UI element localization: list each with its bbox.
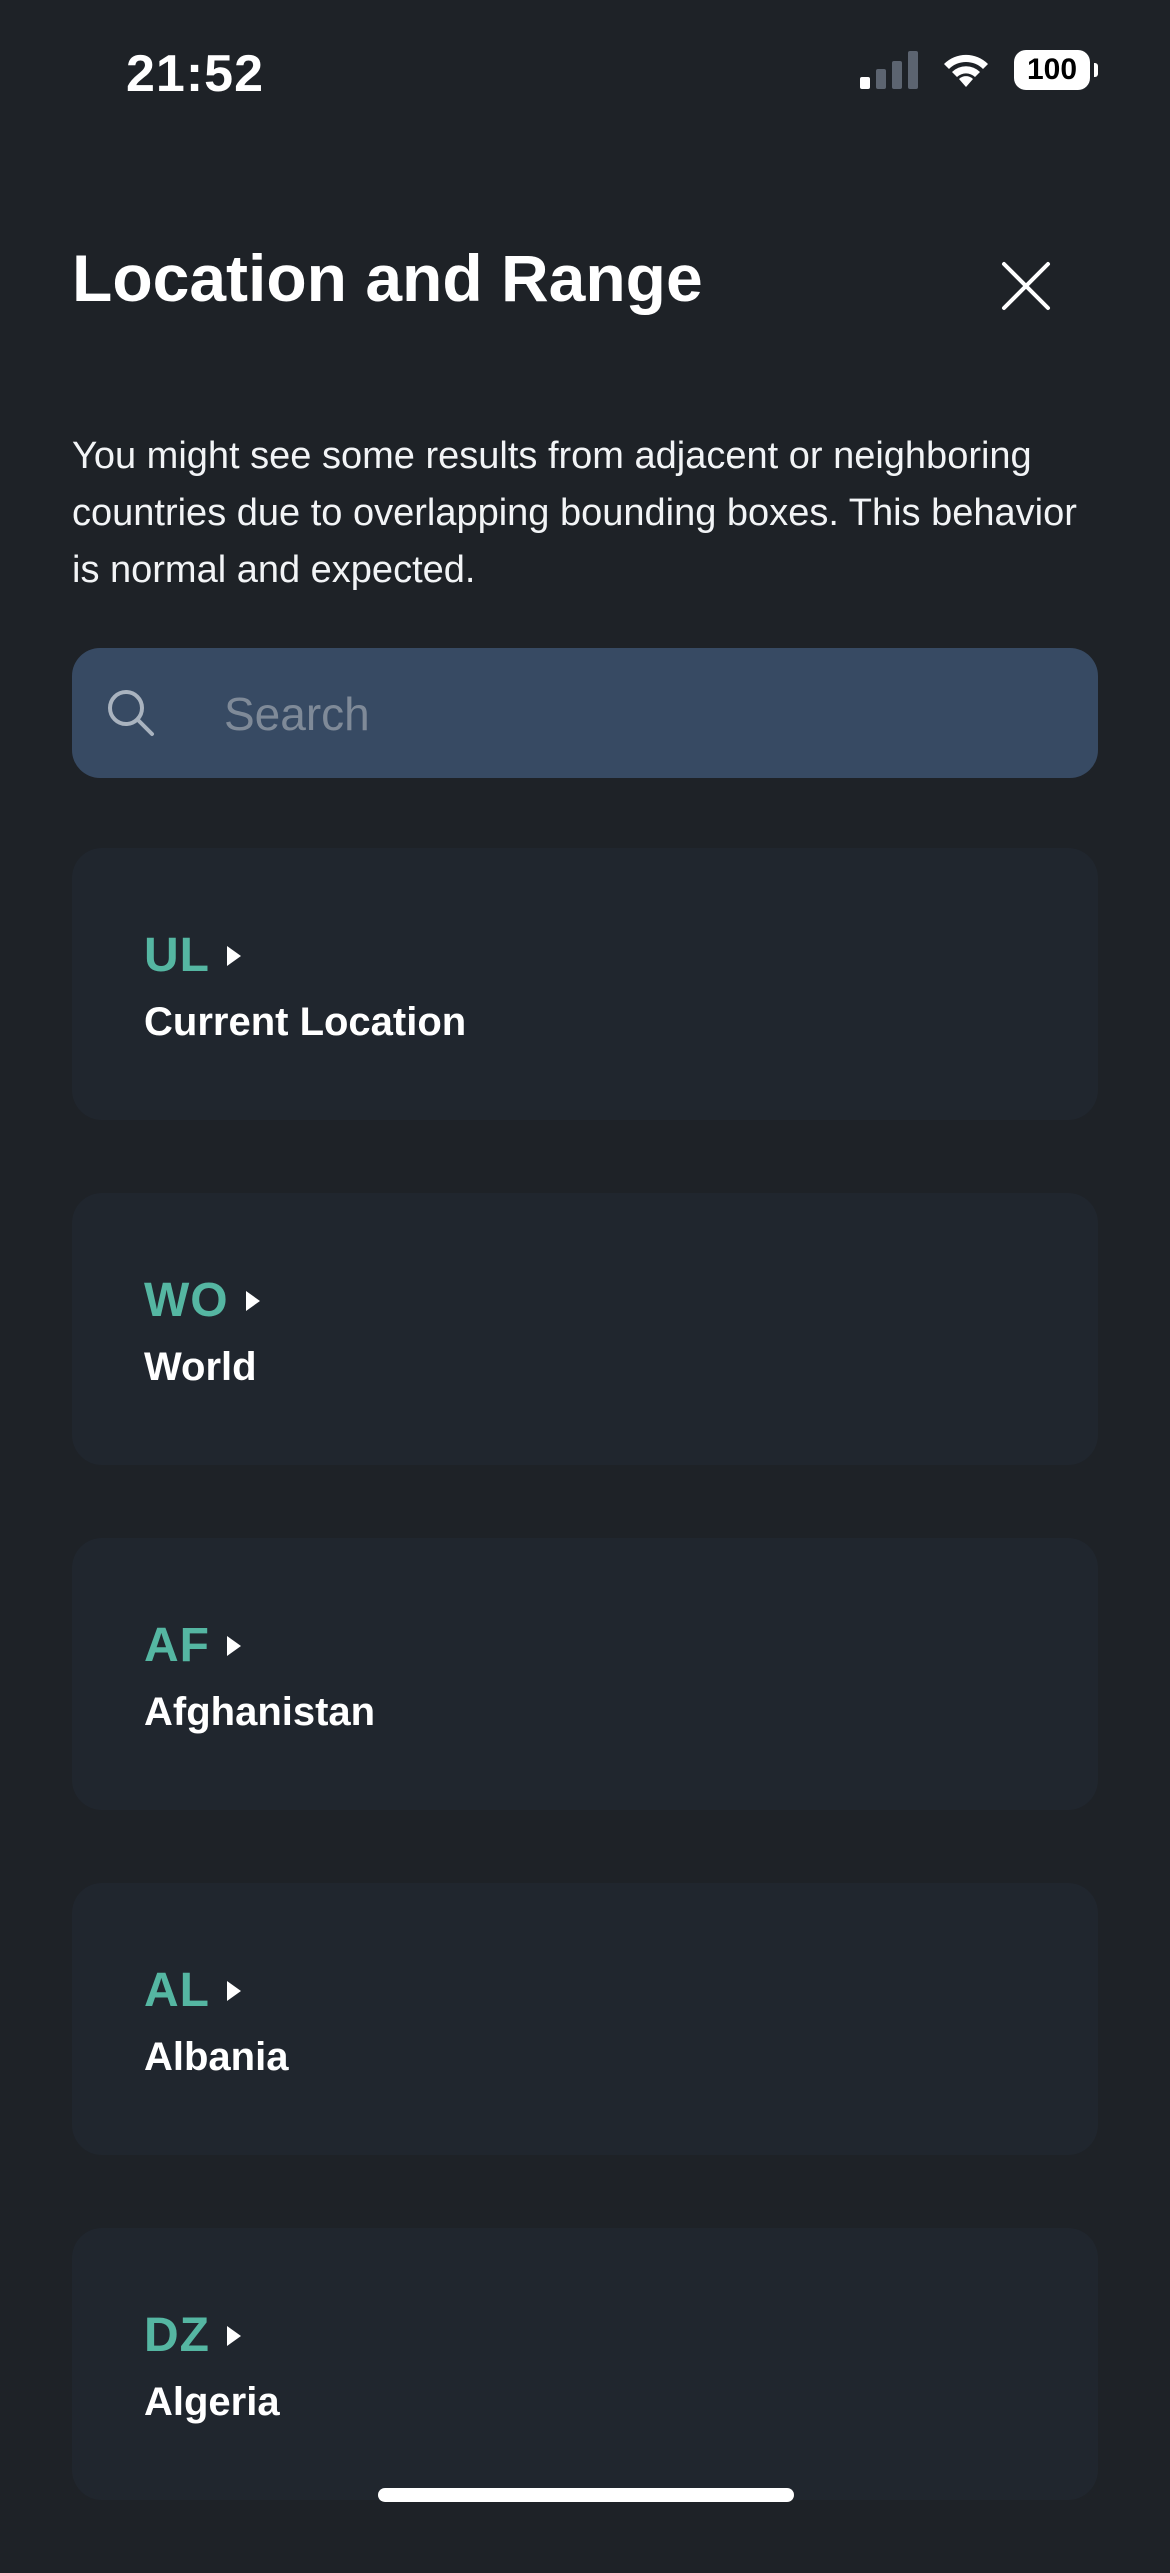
location-name: World: [144, 1345, 257, 1389]
status-icons: 100: [860, 50, 1098, 90]
location-list: UL Current Location WO World AF Afghanis…: [72, 848, 1098, 2573]
status-time: 21:52: [126, 45, 264, 103]
location-code-row: AF: [144, 1618, 242, 1673]
wifi-icon: [944, 54, 988, 87]
search-icon: [108, 690, 154, 736]
location-code: DZ: [144, 2309, 210, 2362]
cellular-signal-icon: [860, 51, 918, 89]
location-item-current-location[interactable]: UL Current Location: [72, 848, 1098, 1120]
location-code: UL: [144, 929, 210, 982]
battery-icon: 100: [1014, 50, 1098, 90]
close-icon[interactable]: [1000, 260, 1052, 312]
location-item-algeria[interactable]: DZ Algeria: [72, 2228, 1098, 2500]
location-code-row: WO: [144, 1273, 261, 1328]
caret-right-icon: [226, 1635, 241, 1656]
page-title: Location and Range: [72, 241, 703, 315]
location-code-row: UL: [144, 928, 242, 983]
location-code-row: AL: [144, 1963, 242, 2018]
location-name: Algeria: [144, 2380, 280, 2424]
caret-right-icon: [226, 945, 241, 966]
home-indicator[interactable]: [378, 2488, 794, 2502]
location-item-afghanistan[interactable]: AF Afghanistan: [72, 1538, 1098, 1810]
caret-right-icon: [226, 1980, 241, 2001]
search-box[interactable]: [72, 648, 1098, 780]
location-name: Current Location: [144, 1000, 467, 1044]
caret-right-icon: [226, 2325, 241, 2346]
location-code: WO: [144, 1274, 229, 1327]
status-bar: 21:52 100: [0, 0, 1170, 150]
description-text: You might see some results from adjacent…: [72, 435, 1077, 591]
location-item-world[interactable]: WO World: [72, 1193, 1098, 1465]
location-name: Albania: [144, 2035, 289, 2079]
location-name: Afghanistan: [144, 1690, 376, 1734]
close-button[interactable]: [990, 250, 1062, 322]
caret-right-icon: [245, 1290, 260, 1311]
location-item-albania[interactable]: AL Albania: [72, 1883, 1098, 2155]
location-code: AF: [144, 1619, 210, 1672]
location-code: AL: [144, 1964, 210, 2017]
location-code-row: DZ: [144, 2308, 242, 2363]
search-input[interactable]: [222, 648, 1076, 780]
